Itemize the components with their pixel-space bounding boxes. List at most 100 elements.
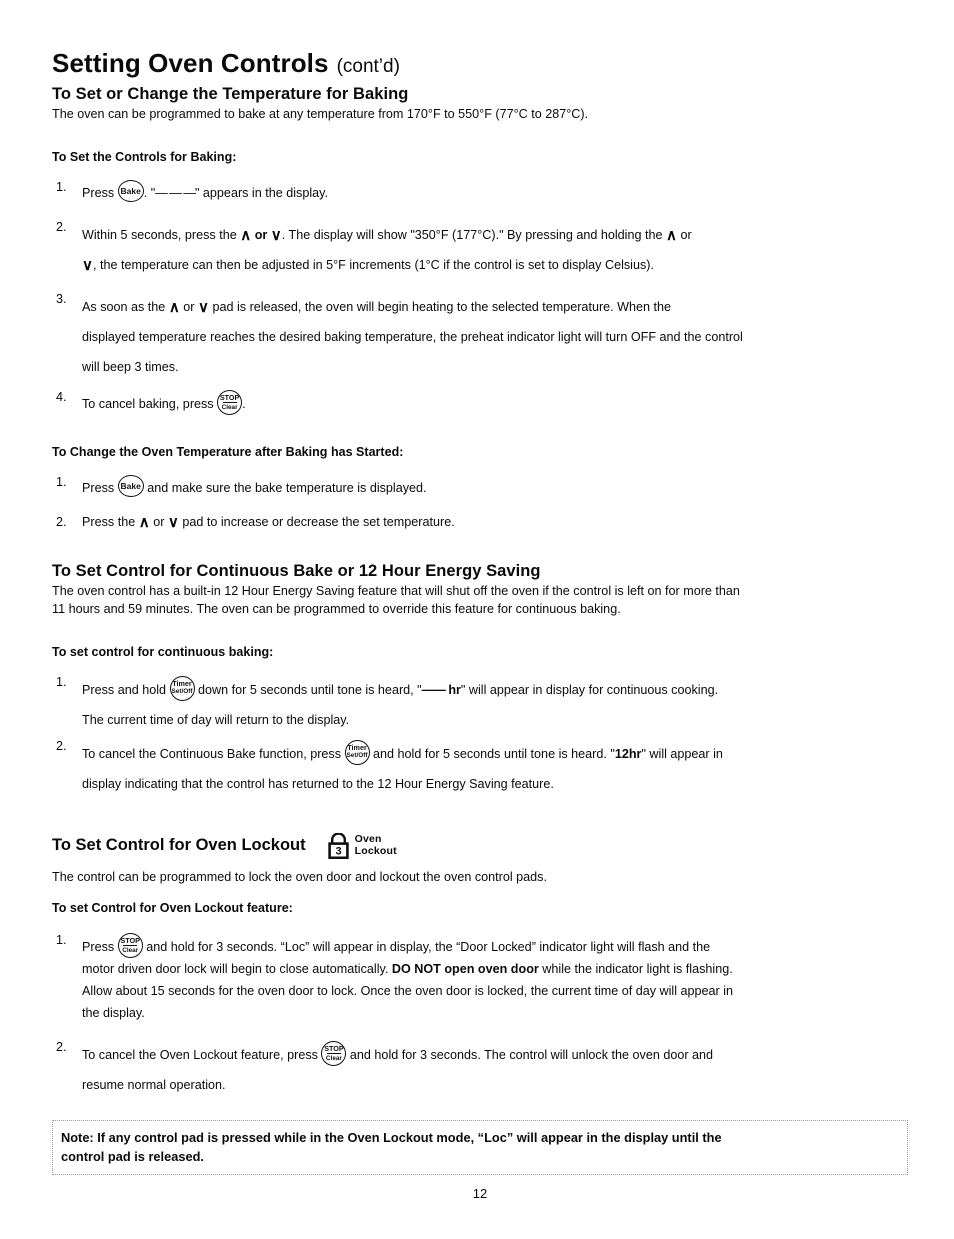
heading-continuous-bake: To Set Control for Continuous Bake or 12… [52, 561, 541, 580]
intro-temperature-range: The oven can be programmed to bake at an… [52, 107, 589, 121]
stop-clear-pad-bottom: Clear [325, 1054, 342, 1062]
step-bake-1: 1. Press Bake. "— — —" appears in the di… [52, 179, 908, 202]
arrow-down-icon[interactable]: ∨ [168, 515, 179, 530]
step-line-1: Press STOP Clear and hold for 3 seconds.… [82, 932, 908, 958]
step-change-temp-2: 2. Press the ∧ or ∨ pad to increase or d… [52, 515, 908, 530]
step-line-3: will beep 3 times. [82, 359, 179, 374]
step-continuous-2: 2. To cancel the Continuous Bake functio… [52, 739, 908, 799]
heading-oven-lockout-row: To Set Control for Oven Lockout 3 Oven L… [52, 832, 908, 859]
step-line-1: To cancel the Oven Lockout feature, pres… [82, 1040, 908, 1070]
bake-pad-icon[interactable]: Bake [117, 179, 144, 202]
step-text: To cancel the Continuous Bake function, … [82, 739, 908, 799]
oven-lockout-badge: 3 Oven Lockout [327, 832, 397, 859]
conjunction-or: or [254, 227, 268, 242]
step-lockout-1: 1. Press STOP Clear and hold for 3 secon… [52, 932, 908, 1024]
step-continuous-1: 1. Press and hold Timer Set/Off down for… [52, 675, 908, 735]
note-line-1: Note: If any control pad is pressed whil… [61, 1129, 722, 1145]
timer-pad-top: Timer [347, 742, 367, 752]
step-text-b: pad is released, the oven will begin hea… [212, 299, 672, 314]
heading-oven-lockout: To Set Control for Oven Lockout [52, 836, 306, 855]
page-title: Setting Oven Controls (cont’d) [52, 48, 908, 79]
step-number: 1. [56, 932, 67, 947]
oven-lockout-label-line1: Oven [354, 833, 382, 846]
arrow-up-icon[interactable]: ∧ [139, 515, 150, 530]
padlock-icon: 3 [327, 832, 349, 859]
step-line-2: displayed temperature reaches the desire… [82, 329, 743, 344]
step-text-b: and hold for 3 seconds. The control will… [349, 1047, 714, 1062]
arrow-up-icon[interactable]: ∧ [169, 300, 180, 315]
step-line-2: The current time of day will return to t… [82, 712, 350, 727]
step-text-a: To cancel the Continuous Bake function, … [82, 746, 342, 761]
stop-clear-pad-icon[interactable]: STOP Clear [217, 389, 243, 415]
arrow-up-icon[interactable]: ∧ [240, 228, 251, 243]
step-line-3: Allow about 15 seconds for the oven door… [82, 983, 734, 998]
heading-temperature-for-baking: To Set or Change the Temperature for Bak… [52, 85, 409, 103]
oven-lockout-label: Oven Lockout [355, 834, 397, 857]
note-line-2: control pad is released. [61, 1148, 204, 1164]
step-text-c-post: while the indicator light is flashing. [538, 961, 733, 976]
step-text-b: and hold for 3 seconds. “Loc” will appea… [146, 939, 711, 954]
step-text-b: pad to increase or decrease the set temp… [182, 514, 455, 529]
arrow-down-icon[interactable]: ∨ [82, 258, 93, 273]
warning-do-not-open: DO NOT open oven door [391, 961, 539, 976]
subheading-set-controls-for-baking: To Set the Controls for Baking: [52, 149, 237, 164]
display-value-12hr: 12hr [614, 746, 642, 761]
note-box: Note: If any control pad is pressed whil… [52, 1119, 908, 1175]
page-title-continued: (cont’d) [336, 56, 400, 77]
bake-pad-icon[interactable]: Bake [117, 474, 144, 497]
arrow-down-icon[interactable]: ∨ [271, 228, 282, 243]
step-text-c: " will appear in [641, 746, 723, 761]
step-line-1: As soon as the ∧ or ∨ pad is released, t… [82, 292, 908, 322]
display-dashes: — — — [155, 185, 196, 200]
timer-setoff-pad-icon[interactable]: Timer Set/Off [344, 739, 370, 765]
step-text-b: . The display will show "350°F (177°C)."… [281, 227, 663, 242]
subheading-continuous-baking: To set control for continuous baking: [52, 644, 274, 659]
timer-pad-top: Timer [172, 678, 192, 688]
step-line-1: Press and hold Timer Set/Off down for 5 … [82, 675, 908, 705]
step-text: Press and hold Timer Set/Off down for 5 … [82, 675, 908, 735]
step-text: To cancel baking, press STOP Clear . [82, 389, 908, 415]
step-text-b: down for 5 seconds until tone is heard, … [198, 682, 422, 697]
display-dashes: —— [421, 682, 446, 697]
oven-lockout-label-line2: Lockout [354, 844, 397, 857]
stop-clear-pad-icon[interactable]: STOP Clear [117, 932, 143, 958]
step-text-a: To cancel baking, press [82, 396, 214, 411]
intro-continuous-line-1: The oven control has a built-in 12 Hour … [52, 583, 740, 598]
step-line-1: Within 5 seconds, press the ∧ or ∨. The … [82, 220, 908, 250]
step-text-b: and make sure the bake temperature is di… [147, 480, 427, 495]
step-number: 1. [56, 474, 67, 489]
step-number: 1. [56, 179, 67, 194]
step-text: Press Bake. "— — —" appears in the displ… [82, 179, 908, 202]
step-bake-2: 2. Within 5 seconds, press the ∧ or ∨. T… [52, 220, 908, 280]
intro-continuous-line-2: 11 hours and 59 minutes. The oven can be… [52, 601, 621, 616]
timer-pad-bottom: Set/Off [171, 687, 193, 695]
stop-clear-pad-top: STOP [120, 935, 140, 945]
arrow-down-icon[interactable]: ∨ [198, 300, 209, 315]
step-text: Within 5 seconds, press the ∧ or ∨. The … [82, 220, 908, 280]
step-text: Press Bake and make sure the bake temper… [82, 474, 908, 497]
step-text-c: or [680, 227, 692, 242]
step-number: 4. [56, 389, 67, 404]
step-text-d: , the temperature can then be adjusted i… [92, 257, 654, 272]
step-change-temp-1: 1. Press Bake and make sure the bake tem… [52, 474, 908, 497]
timer-pad-bottom: Set/Off [346, 751, 368, 759]
arrow-up-icon[interactable]: ∧ [666, 228, 677, 243]
step-text-a: Press [82, 480, 115, 495]
document-page: Setting Oven Controls (cont’d) To Set or… [52, 0, 908, 1239]
stop-clear-pad-top: STOP [219, 392, 240, 402]
step-text-c-pre: motor driven door lock will begin to clo… [82, 961, 392, 976]
step-number: 2. [56, 514, 67, 529]
intro-oven-lockout: The control can be programmed to lock th… [52, 869, 547, 884]
timer-setoff-pad-icon[interactable]: Timer Set/Off [169, 675, 195, 701]
step-line-2: motor driven door lock will begin to clo… [82, 958, 908, 980]
step-text-c: " will appear in display for continuous … [460, 682, 719, 697]
step-line-4: the display. [82, 1005, 145, 1020]
step-text-a: Press the [82, 514, 136, 529]
stop-clear-pad-top: STOP [324, 1043, 344, 1053]
stop-clear-pad-icon[interactable]: STOP Clear [321, 1040, 347, 1066]
stop-clear-pad-bottom: Clear [221, 403, 238, 411]
step-text-a: Press [82, 939, 115, 954]
step-text-a: Press and hold [82, 682, 167, 697]
step-text-b: . [242, 396, 246, 411]
step-number: 2. [56, 219, 67, 234]
